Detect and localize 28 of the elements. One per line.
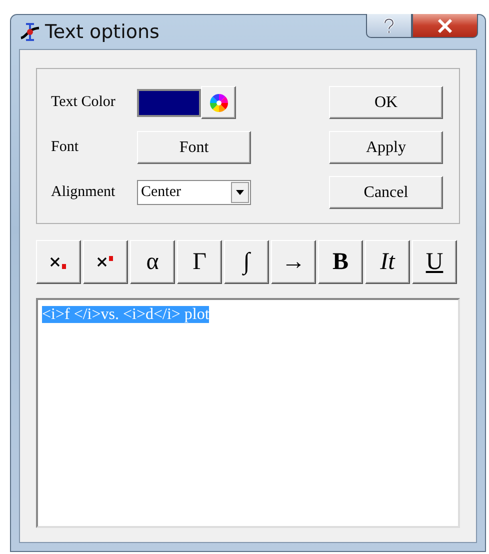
symbol-button[interactable]: Γ bbox=[177, 240, 222, 284]
subscript-button[interactable] bbox=[36, 240, 81, 284]
color-picker-button[interactable] bbox=[201, 86, 236, 119]
font-label: Font bbox=[51, 139, 80, 156]
dialog-button[interactable]: Cancel bbox=[329, 176, 443, 209]
close-icon bbox=[437, 18, 453, 32]
dialog-button[interactable]: OK bbox=[329, 86, 443, 119]
superscript-button[interactable] bbox=[83, 240, 128, 284]
dialog-button[interactable]: Apply bbox=[329, 131, 443, 164]
help-button[interactable] bbox=[366, 14, 412, 38]
dropdown-arrow-icon bbox=[236, 190, 244, 195]
symbol-button[interactable]: ∫ bbox=[224, 240, 269, 284]
alignment-label: Alignment bbox=[51, 184, 116, 201]
close-button[interactable] bbox=[412, 14, 478, 38]
editor-text: <i>f </i>vs. <i>d</i> plot bbox=[42, 306, 210, 323]
font-button[interactable]: Font bbox=[137, 131, 251, 164]
symbol-button[interactable]: → bbox=[271, 240, 316, 284]
color-swatch[interactable] bbox=[137, 88, 201, 116]
app-icon bbox=[19, 21, 41, 43]
bold-button[interactable]: B bbox=[318, 240, 363, 284]
italic-button[interactable]: It bbox=[365, 240, 410, 284]
alignment-dropdown[interactable]: Center bbox=[137, 180, 251, 205]
underline-button[interactable]: U bbox=[412, 240, 457, 284]
text-color-label: Text Color bbox=[51, 94, 116, 111]
help-icon bbox=[382, 18, 396, 34]
symbol-button[interactable]: α bbox=[130, 240, 175, 284]
color-wheel-icon bbox=[208, 92, 228, 112]
window-title: Text options bbox=[45, 21, 160, 43]
